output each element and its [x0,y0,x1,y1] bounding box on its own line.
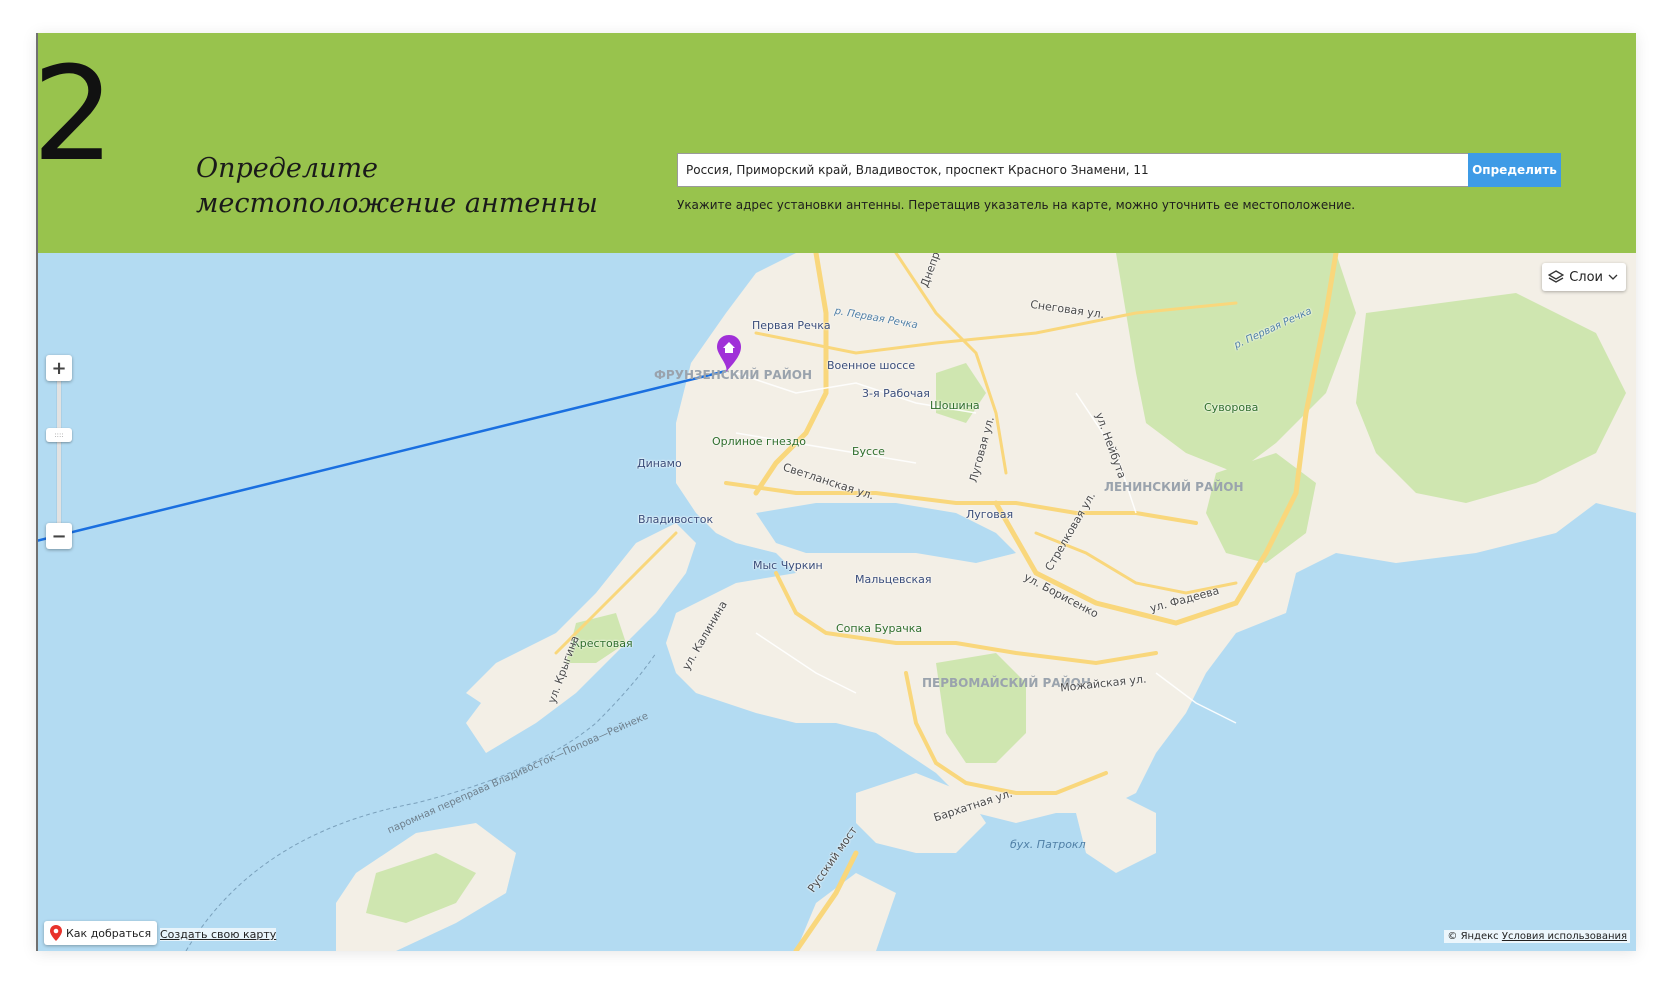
route-line [36,369,727,543]
create-map-link[interactable]: Создать свою карту [160,928,277,941]
location-pin[interactable] [716,335,742,377]
label-lugovaya: Луговая [966,508,1014,521]
layers-button[interactable]: Слои [1542,263,1626,291]
step-header: 2 Определите местоположение антенны Опре… [36,33,1636,253]
home-pin-icon [717,335,741,372]
label-3-rabochaya: 3-я Рабочая [862,387,930,400]
map-copyright: © Яндекс Условия использования [1444,930,1630,943]
label-suvorova: Суворова [1204,401,1259,414]
zoom-control: + :::: − [46,355,72,549]
label-dinamo: Динамо [637,457,682,470]
route-label: Как добраться [66,926,152,940]
label-pervaya-rechka: Первая Речка [752,319,831,332]
label-vladivostok: Владивосток [638,513,714,526]
label-orlinoe-gnezdo: Орлиное гнездо [712,435,806,448]
label-shoshina: Шошина [930,399,980,412]
zoom-out-button[interactable]: − [46,523,72,549]
card-left-edge [36,33,38,951]
detect-location-button[interactable]: Определить [1468,153,1561,187]
copyright-text: © Яндекс [1447,931,1499,942]
layers-icon [1548,270,1565,283]
label-leninsky-district: ЛЕНИНСКИЙ РАЙОН [1104,480,1244,494]
step-title: Определите местоположение антенны [196,153,598,219]
zoom-track[interactable] [57,381,61,523]
label-maltsevskaya: Мальцевская [855,573,932,586]
map-marker-icon [50,925,62,941]
label-sopka-burachka: Сопка Бурачка [836,622,923,635]
label-voennoe-shosse: Военное шоссе [827,359,916,372]
zoom-slider-handle[interactable]: :::: [46,428,72,442]
label-pervomaisky-district: ПЕРВОМАЙСКИЙ РАЙОН [922,676,1091,690]
terms-link[interactable]: Условия использования [1502,931,1627,942]
step-number: 2 [36,38,115,190]
address-hint: Укажите адрес установки антенны. Перетащ… [677,198,1356,212]
antenna-location-card: 2 Определите местоположение антенны Опре… [36,33,1636,951]
address-input[interactable] [677,153,1469,187]
label-busse: Буссе [852,445,885,458]
route-button[interactable]: Как добраться [44,921,158,945]
zoom-in-button[interactable]: + [46,355,72,381]
label-mys-churkin: Мыс Чуркин [753,559,823,572]
chevron-down-icon [1608,274,1618,280]
map-view[interactable]: Первая Речка Военное шоссе 3-я Рабочая Ш… [36,253,1636,951]
layers-label: Слои [1569,269,1603,285]
label-bukhta-patrokl: бух. Патрокл [1010,838,1086,851]
